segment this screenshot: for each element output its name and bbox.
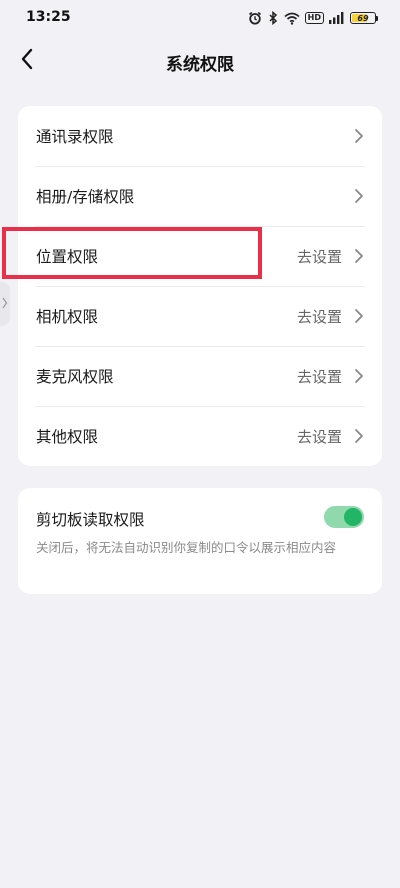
clipboard-permission-title: 剪切板读取权限 (36, 511, 145, 529)
permission-row-contacts[interactable]: 通讯录权限 (18, 106, 382, 166)
highlight-annotation (2, 227, 262, 279)
clipboard-card: 剪切板读取权限 关闭后，将无法自动识别你复制的口令以展示相应内容 (18, 488, 382, 594)
chevron-right-icon (354, 248, 364, 268)
status-time: 13:25 (26, 9, 71, 25)
battery-body: 69 (350, 12, 376, 24)
permission-label: 相册/存储权限 (36, 188, 135, 206)
clipboard-toggle[interactable] (324, 506, 364, 528)
chevron-right-icon (354, 128, 364, 148)
permission-action: 去设置 (296, 427, 342, 446)
toggle-knob (344, 508, 362, 526)
battery-tip (376, 15, 378, 21)
clipboard-permission-description: 关闭后，将无法自动识别你复制的口令以展示相应内容 (36, 540, 337, 555)
bluetooth-icon (267, 11, 279, 25)
permission-label: 通讯录权限 (36, 128, 114, 146)
permission-label: 其他权限 (36, 428, 99, 446)
page-title: 系统权限 (166, 55, 234, 75)
hd-icon: HD (304, 12, 324, 24)
chevron-right-icon (354, 308, 364, 328)
permission-row-other[interactable]: 其他权限 去设置 (18, 406, 382, 466)
permissions-card: 通讯录权限 相册/存储权限 位置权限 去设置 相机权限 去设置 麦克风权限 去设… (18, 106, 382, 466)
battery-level: 69 (357, 13, 369, 23)
chevron-right-icon (354, 188, 364, 208)
permission-row-album-storage[interactable]: 相册/存储权限 (18, 166, 382, 226)
battery-icon: 69 (350, 12, 378, 24)
permission-row-camera[interactable]: 相机权限 去设置 (18, 286, 382, 346)
side-drawer-handle[interactable] (0, 282, 10, 326)
chevron-right-small-icon (2, 295, 8, 314)
nav-bar: 系统权限 (0, 36, 400, 86)
status-bar: 13:25 HD 69 (0, 0, 400, 36)
permission-label: 麦克风权限 (36, 368, 114, 386)
permission-row-microphone[interactable]: 麦克风权限 去设置 (18, 346, 382, 406)
signal-icon (329, 12, 345, 24)
chevron-right-icon (354, 368, 364, 388)
alarm-icon (248, 11, 262, 25)
permission-action: 去设置 (296, 367, 342, 386)
permission-label: 相机权限 (36, 308, 99, 326)
status-icons: HD 69 (248, 8, 378, 28)
permission-action: 去设置 (296, 247, 342, 266)
permission-action: 去设置 (296, 307, 342, 326)
wifi-icon (284, 12, 300, 25)
chevron-right-icon (354, 428, 364, 448)
